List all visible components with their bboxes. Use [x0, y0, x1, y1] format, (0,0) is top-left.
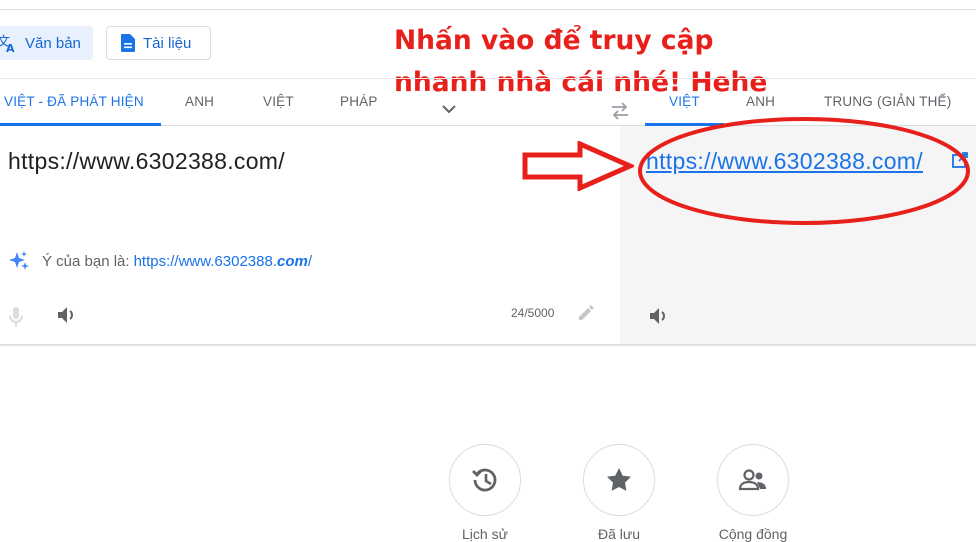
- text-mode-button[interactable]: 文A Văn bản: [0, 26, 93, 60]
- suggestion-start: https://www.6302388.: [133, 252, 277, 270]
- suggestion-link[interactable]: https://www.6302388.com/: [134, 253, 312, 270]
- suggestion-prefix: Ý của bạn là:: [42, 252, 130, 270]
- tab-label: VIỆT - ĐÃ PHÁT HIỆN: [4, 94, 144, 109]
- suggestion-end: /: [307, 252, 313, 270]
- did-you-mean: Ý của bạn là: https://www.6302388.com/: [8, 250, 312, 272]
- suggestion-bold: com: [277, 252, 308, 270]
- panel-shadow: [0, 344, 976, 347]
- history-button[interactable]: Lịch sử: [448, 444, 522, 542]
- annotation-ellipse: [638, 117, 970, 225]
- sparkle-icon: [8, 250, 30, 272]
- character-count: 24/5000: [511, 306, 555, 320]
- tab-source-french[interactable]: PHÁP: [340, 79, 378, 125]
- docs-mode-label: Tài liệu: [143, 34, 192, 52]
- speaker-icon[interactable]: [648, 305, 670, 332]
- saved-button[interactable]: Đã lưu: [582, 444, 656, 542]
- pencil-icon[interactable]: [577, 304, 595, 327]
- tab-detected-language[interactable]: VIỆT - ĐÃ PHÁT HIỆN: [0, 79, 161, 126]
- star-icon: [607, 468, 631, 491]
- source-input[interactable]: https://www.6302388.com/: [8, 148, 285, 175]
- svg-text:A: A: [6, 42, 15, 53]
- saved-circle[interactable]: [583, 444, 655, 516]
- community-circle[interactable]: [717, 444, 789, 516]
- history-circle[interactable]: [449, 444, 521, 516]
- history-icon: [472, 468, 497, 492]
- mic-icon[interactable]: [8, 306, 24, 333]
- community-button[interactable]: Cộng đồng: [716, 444, 790, 542]
- annotation-arrow: [522, 141, 634, 191]
- tab-source-vietnamese[interactable]: VIỆT: [263, 79, 294, 125]
- tab-source-english[interactable]: ANH: [185, 79, 214, 125]
- document-icon: [121, 34, 135, 52]
- speaker-icon[interactable]: [56, 304, 78, 331]
- top-divider: [0, 9, 976, 10]
- tab-label: VIỆT: [669, 94, 700, 109]
- translate-icon: 文A: [0, 33, 17, 53]
- docs-mode-button[interactable]: Tài liệu: [106, 26, 211, 60]
- text-mode-label: Văn bản: [25, 34, 81, 52]
- people-icon: [738, 469, 766, 491]
